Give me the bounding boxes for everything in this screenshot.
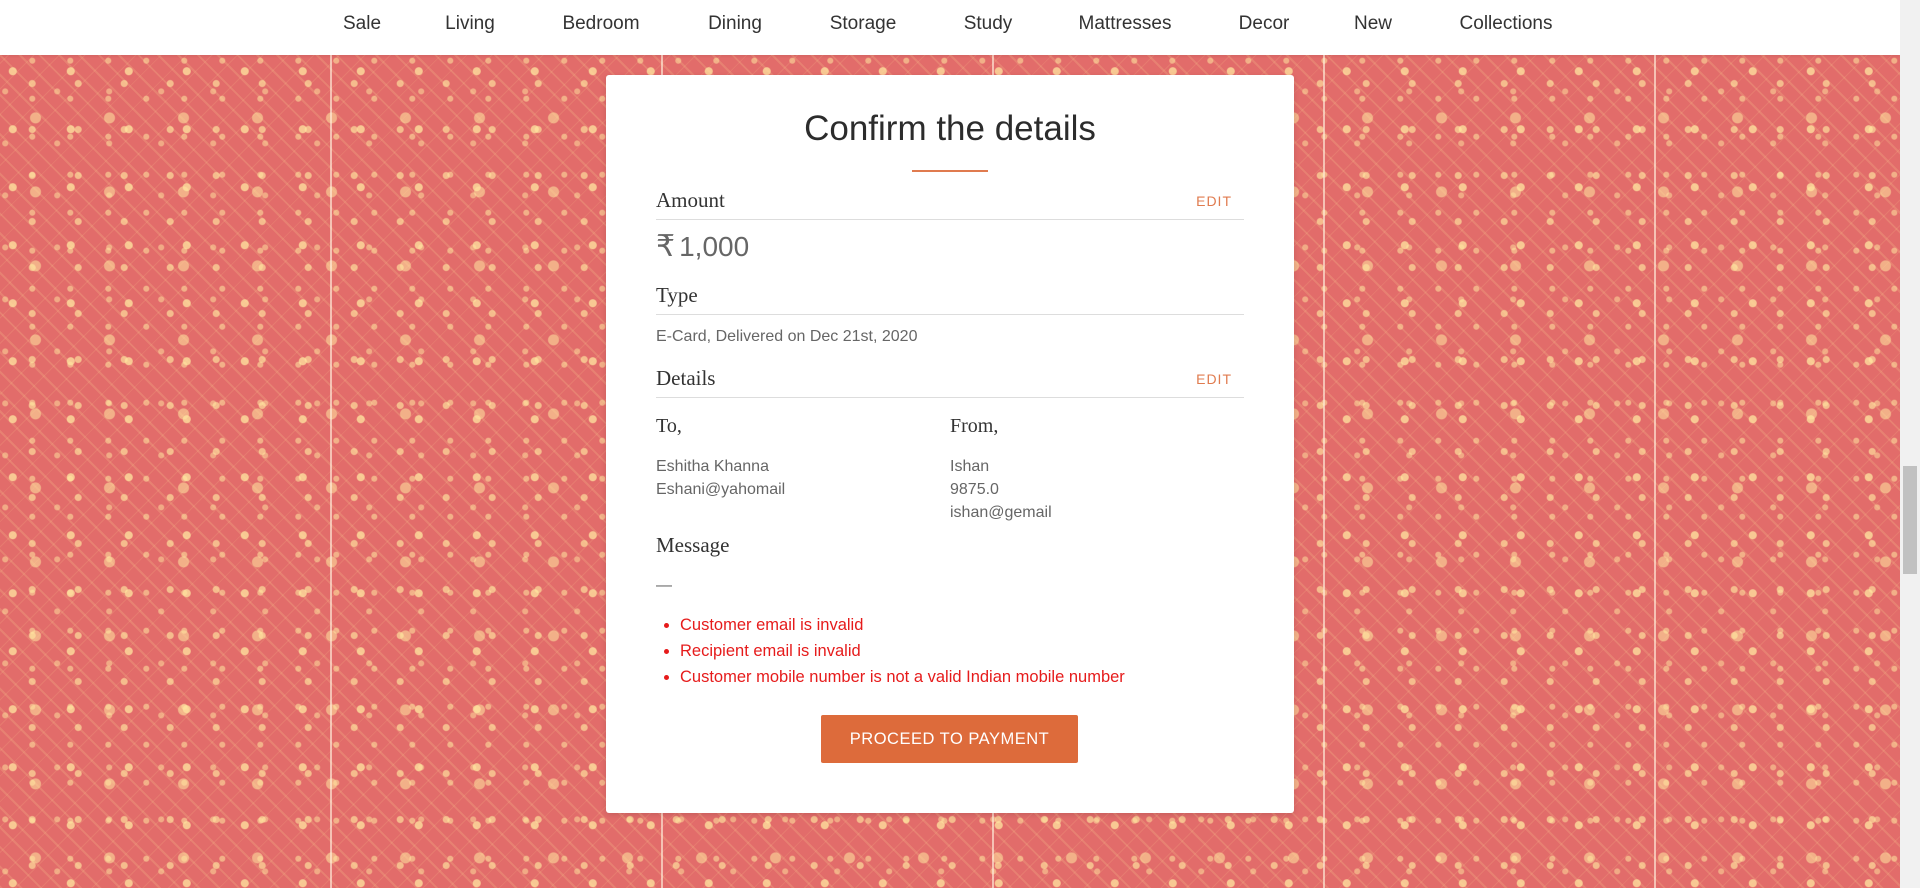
scrollbar-thumb[interactable] xyxy=(1903,466,1917,574)
sender-info: Ishan 9875.0 ishan@gemail xyxy=(950,455,1052,524)
edit-amount-link[interactable]: EDIT xyxy=(1196,193,1232,209)
details-label: Details xyxy=(656,366,716,390)
rupee-icon: ₹ xyxy=(656,230,676,263)
proceed-to-payment-button[interactable]: PROCEED TO PAYMENT xyxy=(821,715,1078,763)
amount-section-header: Amount EDIT xyxy=(656,188,1244,220)
message-label: Message xyxy=(656,533,730,557)
nav-item-living[interactable]: Living xyxy=(445,13,495,35)
pattern-tile-divider xyxy=(330,55,332,888)
type-label: Type xyxy=(656,283,698,307)
error-message: Customer email is invalid xyxy=(680,612,1125,638)
sender-email: ishan@gemail xyxy=(950,504,1052,521)
amount-value: ₹1,000 xyxy=(656,229,749,264)
nav-item-study[interactable]: Study xyxy=(964,13,1013,35)
message-value: — xyxy=(656,577,672,594)
error-message: Customer mobile number is not a valid In… xyxy=(680,664,1125,690)
title-underline xyxy=(912,170,988,172)
recipient-label: To, xyxy=(656,415,682,437)
confirm-details-card: Confirm the details Amount EDIT ₹1,000 T… xyxy=(606,75,1294,813)
amount-number: 1,000 xyxy=(679,231,750,262)
vertical-scrollbar[interactable] xyxy=(1900,0,1920,888)
nav-item-bedroom[interactable]: Bedroom xyxy=(562,13,639,35)
page-title: Confirm the details xyxy=(804,109,1096,148)
category-menu: Sale Living Bedroom Dining Storage Study… xyxy=(0,0,1900,55)
amount-label: Amount xyxy=(656,188,725,212)
nav-item-dining[interactable]: Dining xyxy=(708,13,762,35)
details-section-header: Details EDIT xyxy=(656,366,1244,398)
recipient-info: Eshitha Khanna Eshani@yahomail xyxy=(656,455,785,501)
sender-phone: 9875.0 xyxy=(950,481,999,498)
nav-item-storage[interactable]: Storage xyxy=(830,13,897,35)
nav-item-sale[interactable]: Sale xyxy=(343,13,381,35)
nav-item-collections[interactable]: Collections xyxy=(1460,13,1553,35)
nav-item-mattresses[interactable]: Mattresses xyxy=(1079,13,1172,35)
pattern-tile-divider xyxy=(1654,55,1656,888)
type-section-header: Type xyxy=(656,283,1244,315)
type-value: E-Card, Delivered on Dec 21st, 2020 xyxy=(656,328,918,345)
validation-error-list: Customer email is invalid Recipient emai… xyxy=(656,612,1125,690)
recipient-email: Eshani@yahomail xyxy=(656,481,786,498)
edit-details-link[interactable]: EDIT xyxy=(1196,371,1232,387)
sender-name: Ishan xyxy=(950,458,990,475)
top-navigation: Sale Living Bedroom Dining Storage Study… xyxy=(0,0,1900,55)
nav-item-decor[interactable]: Decor xyxy=(1239,13,1290,35)
recipient-name: Eshitha Khanna xyxy=(656,458,769,475)
sender-label: From, xyxy=(950,415,999,437)
pattern-tile-divider xyxy=(1323,55,1325,888)
nav-item-new[interactable]: New xyxy=(1354,13,1392,35)
error-message: Recipient email is invalid xyxy=(680,638,1125,664)
